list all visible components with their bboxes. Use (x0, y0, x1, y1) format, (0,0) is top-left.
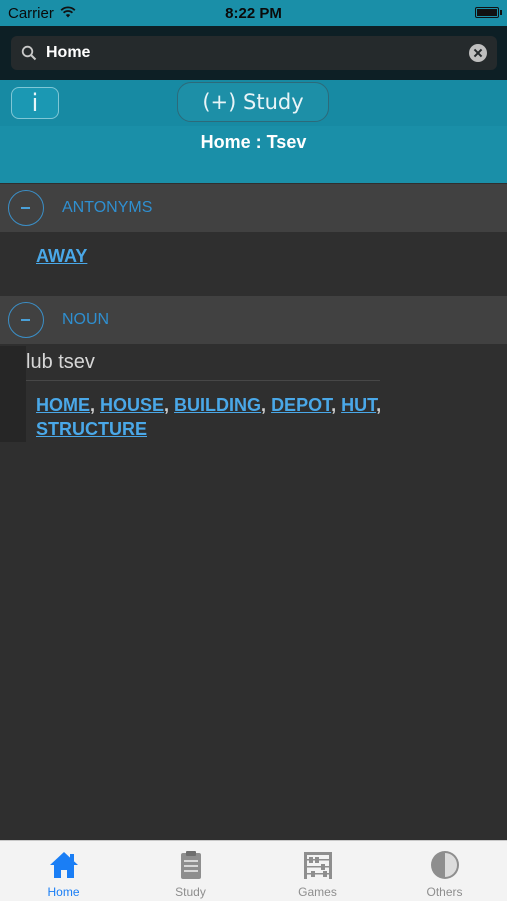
clock: 8:22 PM (225, 5, 282, 22)
separator: , (90, 395, 101, 415)
action-toolbar: i (+) Study Plan (0, 80, 507, 152)
antonym-list: AWAY (36, 244, 87, 268)
collapse-icon[interactable] (8, 190, 44, 226)
word-link[interactable]: AWAY (36, 246, 87, 266)
search-input[interactable]: Home (11, 36, 497, 70)
tab-home[interactable]: Home (0, 841, 127, 901)
synonym-list: HOME, HOUSE, BUILDING, DEPOT, HUT, STRUC… (36, 393, 381, 441)
abacus-icon (304, 852, 332, 879)
search-bar: Home (0, 26, 507, 80)
collapse-icon[interactable] (8, 302, 44, 338)
house-icon (50, 852, 78, 878)
noun-entry-marker (0, 346, 26, 442)
word-link[interactable]: BUILDING (174, 395, 261, 415)
status-bar: Carrier 8:22 PM (0, 0, 507, 26)
tab-label: Home (47, 885, 80, 899)
separator: , (376, 395, 382, 415)
clear-search-icon[interactable] (469, 44, 487, 62)
pie-chart-icon (431, 851, 459, 879)
section-header-antonyms[interactable]: ANTONYMS (0, 184, 507, 232)
top-header: Carrier 8:22 PM Home i (+) Study Plan Ho… (0, 0, 507, 183)
word-link[interactable]: STRUCTURE (36, 419, 147, 439)
tab-bar: Home Study Games Others (0, 840, 507, 901)
tab-label: Study (175, 885, 206, 899)
tab-others[interactable]: Others (381, 841, 507, 901)
word-link[interactable]: HOUSE (100, 395, 164, 415)
tab-label: Games (298, 885, 337, 899)
separator: , (331, 395, 342, 415)
section-title: ANTONYMS (62, 199, 153, 216)
info-button[interactable]: i (11, 87, 59, 119)
translation-phrase: lub tsev (26, 351, 95, 373)
word-link[interactable]: HUT (341, 395, 376, 415)
tab-games[interactable]: Games (254, 841, 381, 901)
word-link[interactable]: DEPOT (271, 395, 331, 415)
section-title: NOUN (62, 311, 110, 328)
study-plan-button[interactable]: (+) Study Plan (177, 82, 329, 152)
tab-study[interactable]: Study (127, 841, 254, 901)
page-title: Home : Tsev (0, 126, 507, 183)
section-header-noun[interactable]: NOUN (0, 296, 507, 344)
separator: , (164, 395, 175, 415)
battery-icon (475, 7, 502, 18)
clipboard-icon (181, 851, 201, 879)
search-value: Home (46, 44, 91, 61)
word-link[interactable]: HOME (36, 395, 90, 415)
search-icon (21, 45, 37, 61)
divider (26, 380, 380, 381)
separator: , (261, 395, 272, 415)
tab-label: Others (426, 885, 463, 899)
